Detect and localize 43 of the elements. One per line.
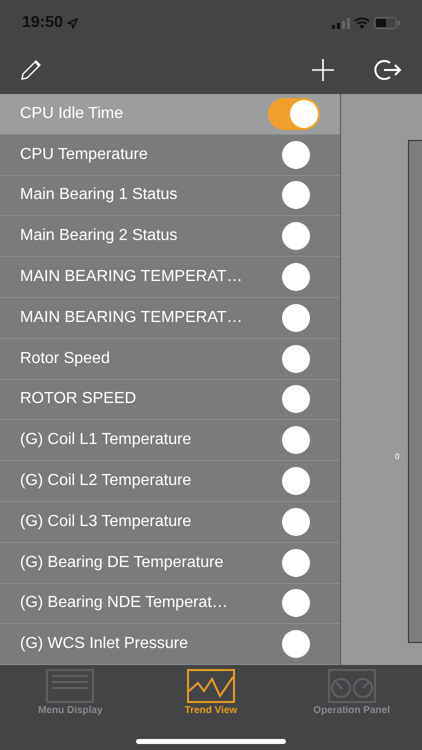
list-item[interactable]: (G) Bearing DE Temperature — [0, 542, 340, 584]
item-label: MAIN BEARING TEMPERAT… — [20, 308, 244, 327]
item-label: CPU Idle Time — [20, 104, 124, 123]
toggle-switch[interactable] — [268, 98, 320, 130]
tab[interactable]: Menu Display — [10, 668, 130, 717]
list-item[interactable]: MAIN BEARING TEMPERAT… — [0, 298, 340, 339]
item-label: Main Bearing 2 Status — [20, 227, 178, 246]
item-label: (G) Coil L2 Temperature — [20, 472, 192, 490]
tab[interactable]: Operation Panel — [292, 668, 412, 717]
list-item[interactable]: Rotor Speed — [0, 338, 340, 380]
item-label: (G) WCS Inlet Pressure — [20, 635, 190, 654]
list-item[interactable]: MAIN BEARING TEMPERAT… — [0, 257, 340, 298]
location-arrow-icon — [66, 18, 78, 28]
logout-icon[interactable] — [374, 59, 402, 81]
item-label: ROTOR SPEED — [20, 390, 138, 408]
item-label: Main Bearing 1 Status — [20, 186, 178, 204]
list-item[interactable]: (G) WCS Inlet Pressure — [0, 624, 340, 666]
list-item[interactable]: (G) Coil L3 Temperature — [0, 502, 340, 543]
list-item[interactable]: CPU Idle Time — [0, 94, 340, 135]
wifi-icon — [354, 17, 370, 29]
pencil-icon[interactable] — [20, 59, 42, 81]
list-item[interactable]: CPU Temperature — [0, 134, 340, 176]
tab[interactable]: Trend View — [150, 668, 271, 717]
list-item[interactable]: (G) Bearing NDE Temperat… — [0, 584, 340, 624]
gauges-icon — [328, 669, 376, 703]
line-chart-icon — [186, 669, 235, 703]
list-icon — [46, 669, 94, 703]
list-item[interactable]: Main Bearing 2 Status — [0, 216, 340, 258]
item-label: (G) Bearing NDE Temperat… — [20, 594, 229, 612]
item-label: MAIN BEARING TEMPERAT… — [20, 268, 244, 286]
battery-icon — [374, 17, 400, 29]
item-label: Rotor Speed — [20, 350, 111, 368]
plus-icon[interactable] — [312, 59, 334, 81]
item-label: CPU Temperature — [20, 146, 149, 164]
item-label: (G) Coil L3 Temperature — [20, 512, 192, 531]
list-item[interactable]: ROTOR SPEED — [0, 380, 340, 420]
item-label: (G) Bearing DE Temperature — [20, 554, 224, 572]
axis-label: 0 — [395, 452, 400, 461]
list-item[interactable]: Main Bearing 1 Status — [0, 176, 340, 216]
list-item[interactable]: (G) Coil L2 Temperature — [0, 461, 340, 502]
signal-icon — [332, 18, 350, 28]
list-item[interactable]: (G) Coil L1 Temperature — [0, 420, 340, 462]
item-label: (G) Coil L1 Temperature — [20, 431, 192, 450]
